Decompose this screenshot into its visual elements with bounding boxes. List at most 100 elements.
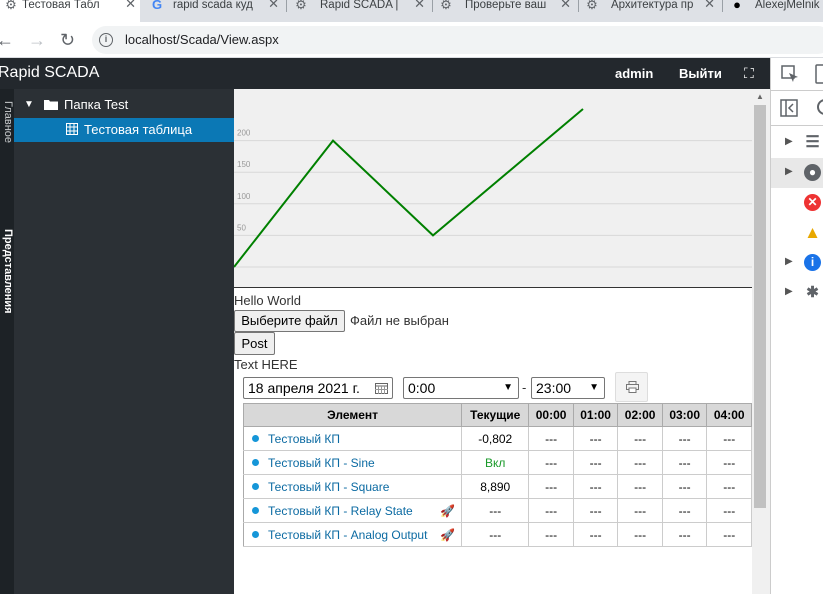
chevron-right-icon[interactable]: ▶ (785, 286, 793, 297)
chevron-down-icon[interactable]: ▼ (24, 93, 34, 117)
hour-value-cell: --- (572, 522, 619, 547)
y-tick-label: 100 (237, 192, 251, 201)
devtools-row-info[interactable]: ▶ i (771, 248, 823, 278)
back-icon[interactable]: ← (0, 30, 14, 50)
github-icon: ● (733, 0, 741, 12)
element-cell[interactable]: Тестовый КП - Analog Output 🚀 (242, 522, 463, 547)
hour-value-cell: --- (528, 426, 574, 451)
list-icon: ☰ (805, 134, 820, 151)
tab-views[interactable]: Представления (0, 229, 14, 314)
current-value-cell: --- (461, 522, 530, 547)
chevron-right-icon[interactable]: ▶ (785, 166, 793, 177)
time-from-select[interactable]: 0:00 ▼ (403, 377, 519, 399)
hour-value-cell: --- (661, 426, 708, 451)
hour-value-cell: --- (661, 498, 708, 523)
current-value-cell: -0,802 (461, 426, 530, 451)
info-icon[interactable]: i (99, 33, 113, 47)
devtools-row-errors[interactable]: ✕ (771, 188, 823, 218)
element-cell[interactable]: Тестовый КП - Relay State 🚀 (242, 498, 463, 523)
gear-icon: ⚙ (586, 0, 598, 12)
date-input[interactable]: 18 апреля 2021 г. (243, 377, 393, 399)
column-header[interactable]: Элемент (242, 403, 463, 427)
tree-item-table[interactable]: Тестовая таблица (14, 118, 234, 142)
column-header[interactable]: 01:00 (572, 403, 619, 427)
vertical-scrollbar[interactable]: ▲ (752, 89, 770, 594)
element-link[interactable]: Тестовый КП (268, 432, 340, 446)
hour-value-cell: --- (706, 522, 752, 547)
browser-tab[interactable]: ⚙ Проверьте ваш ✕ (439, 0, 575, 22)
tree-folder[interactable]: ▼ Папка Test (14, 93, 234, 117)
devtools-row-user[interactable]: ▶ ● (771, 158, 823, 188)
element-link[interactable]: Тестовый КП - Square (268, 480, 389, 494)
chevron-right-icon[interactable]: ▶ (785, 256, 793, 267)
device-icon[interactable] (815, 64, 823, 84)
devtools-row-messages[interactable]: ▶ ☰ (771, 128, 823, 158)
left-tab-strip: Главное Представления (0, 89, 14, 594)
element-cell[interactable]: Тестовый КП - Square (242, 474, 463, 499)
bug-icon: ✱ (806, 284, 819, 301)
hour-value-cell: --- (528, 474, 574, 499)
status-dot-icon (252, 530, 259, 538)
tab-main[interactable]: Главное (0, 101, 14, 143)
column-header[interactable]: Текущие (461, 403, 530, 427)
element-cell[interactable]: Тестовый КП (242, 426, 463, 451)
close-icon[interactable]: ✕ (704, 0, 715, 10)
close-icon[interactable]: ✕ (560, 0, 571, 10)
table-row: Тестовый КП - Relay State 🚀 --- --- --- --- --… (242, 498, 752, 523)
calendar-icon[interactable] (375, 382, 388, 394)
hour-value-cell: --- (617, 522, 663, 547)
hour-value-cell: --- (572, 450, 619, 475)
element-cell[interactable]: Тестовый КП - Sine (242, 450, 463, 475)
inspect-icon[interactable] (781, 65, 799, 83)
logout-link[interactable]: Выйти (679, 66, 722, 81)
user-icon: ● (804, 164, 821, 181)
app-header: Rapid SCADA admin Выйти ⛶ (0, 58, 770, 89)
post-button[interactable]: Post (234, 332, 275, 355)
user-name-link[interactable]: admin (615, 66, 653, 81)
chevron-down-icon: ▼ (589, 382, 599, 393)
table-row: Тестовый КП - Square 8,890 --- --- --- --- --- (242, 474, 752, 499)
current-value-cell: 8,890 (461, 474, 530, 499)
send-command-icon[interactable]: 🚀 (440, 528, 455, 542)
time-to-select[interactable]: 23:00 ▼ (531, 377, 605, 399)
send-command-icon[interactable]: 🚀 (440, 504, 455, 518)
y-tick-label: 200 (237, 129, 251, 138)
devtools-row-verbose[interactable]: ▶ ✱ (771, 278, 823, 308)
browser-tab[interactable]: ⚙ Тестовая Табл ✕ (0, 0, 140, 22)
reload-icon[interactable]: ↻ (60, 30, 75, 50)
browser-tab[interactable]: ● AlexejMelnik (730, 0, 823, 22)
gear-icon: ⚙ (440, 0, 452, 12)
choose-file-button[interactable]: Выберите файл (234, 310, 345, 332)
table-row: Тестовый КП -0,802 --- --- --- --- --- (242, 426, 752, 451)
sidebar-toggle-icon[interactable] (780, 99, 798, 117)
chevron-right-icon[interactable]: ▶ (785, 136, 793, 147)
browser-tab[interactable]: ⚙ Архитектура пр ✕ (585, 0, 719, 22)
table-header-row: Элемент Текущие 00:00 01:00 02:00 03:00 … (242, 403, 752, 427)
status-dot-icon (252, 482, 259, 490)
element-link[interactable]: Тестовый КП - Relay State (268, 504, 413, 518)
column-header[interactable]: 02:00 (617, 403, 663, 427)
scrollbar-thumb[interactable] (754, 105, 766, 508)
views-tree: ▼ Папка Test Тестовая таблица (14, 89, 234, 594)
url-input[interactable]: i localhost/Scada/View.aspx (92, 26, 823, 54)
browser-tab[interactable]: ⚙ Rapid SCADA | ✕ (294, 0, 429, 22)
element-link[interactable]: Тестовый КП - Sine (268, 456, 375, 470)
column-header[interactable]: 04:00 (706, 403, 752, 427)
close-icon[interactable]: ✕ (268, 0, 279, 10)
column-header[interactable]: 00:00 (528, 403, 574, 427)
hour-value-cell: --- (528, 522, 574, 547)
info-icon: i (804, 254, 821, 271)
devtools-row-warnings[interactable]: ▲ (771, 218, 823, 248)
browser-tab[interactable]: G rapid scada куд ✕ (148, 0, 283, 22)
fullscreen-icon[interactable]: ⛶ (744, 65, 754, 82)
element-link[interactable]: Тестовый КП - Analog Output (268, 528, 427, 542)
column-header[interactable]: 03:00 (661, 403, 708, 427)
time-separator: - (522, 380, 527, 395)
print-button[interactable] (615, 372, 648, 402)
scroll-up-icon[interactable]: ▲ (756, 92, 764, 101)
close-icon[interactable]: ✕ (414, 0, 425, 10)
address-bar: ← → ↻ i localhost/Scada/View.aspx (0, 22, 823, 58)
close-icon[interactable]: ✕ (125, 0, 136, 10)
clear-icon[interactable] (817, 99, 823, 115)
forward-icon[interactable]: → (28, 30, 46, 50)
